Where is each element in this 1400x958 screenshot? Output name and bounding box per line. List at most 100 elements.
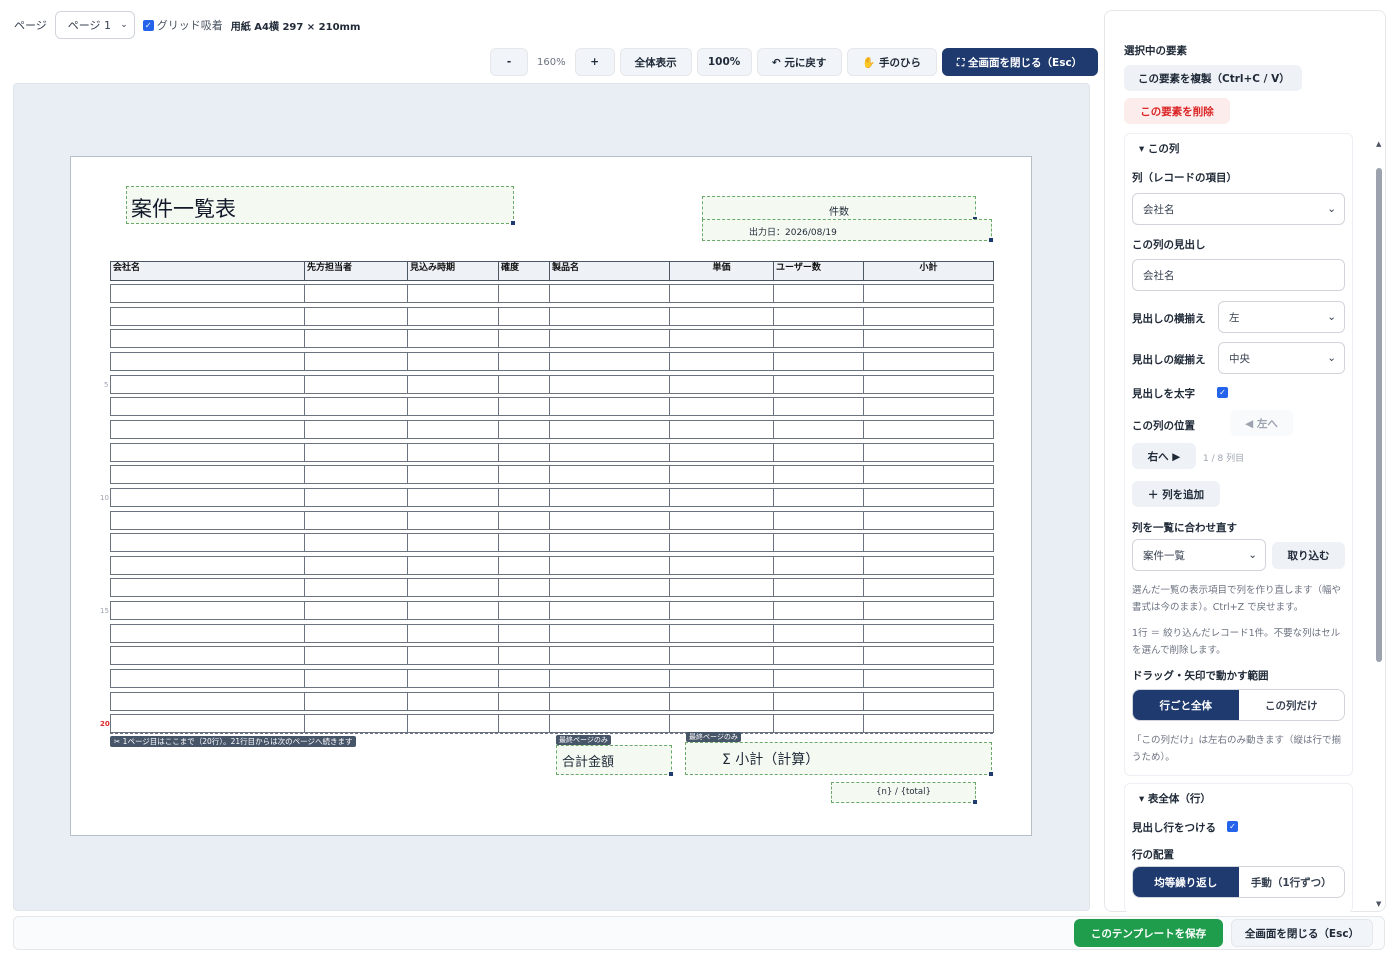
exit-fullscreen-button[interactable]: ⛶ 全画面を閉じる（Esc） [941,48,1098,76]
table-cell[interactable] [110,329,305,349]
duplicate-element-button[interactable]: この要素を複製（Ctrl+C / V） [1124,65,1302,91]
table-cell[interactable] [549,397,670,417]
output-date-field[interactable]: 出力日：2026/08/19 [702,219,993,242]
drag-option-column[interactable]: この列だけ [1239,690,1345,720]
rebuild-select[interactable]: 案件一覧 ⌄ [1132,539,1266,571]
table-cell[interactable] [498,284,550,303]
h-align-select[interactable]: 左 ⌄ [1218,301,1345,333]
add-column-button[interactable]: ＋ 列を追加 [1132,481,1220,507]
move-left-button[interactable]: ◀ 左へ [1230,410,1293,436]
table-cell[interactable] [498,442,550,462]
table-cell[interactable] [549,487,670,507]
table-cell[interactable] [863,669,994,689]
table-cell[interactable] [407,555,499,575]
table-cell[interactable] [669,510,774,530]
table-cell[interactable] [863,397,994,417]
table-cell[interactable] [407,284,499,303]
table-cell[interactable] [669,691,774,711]
table-cell[interactable] [304,669,408,689]
total-value-field[interactable]: Σ 小計（計算） [685,742,993,776]
grid-snap-checkbox[interactable]: ✓ [142,19,154,31]
table-cell[interactable] [863,578,994,598]
table-cell[interactable] [669,442,774,462]
table-cell[interactable] [863,351,994,371]
table-cell[interactable] [773,397,864,417]
hand-tool-button[interactable]: ✋ 手のひら [846,48,937,76]
table-cell[interactable] [549,646,670,666]
table-cell[interactable] [110,555,305,575]
table-cell[interactable] [773,578,864,598]
table-cell[interactable] [549,533,670,553]
table-cell[interactable] [304,691,408,711]
table-cell[interactable] [863,465,994,485]
table-cell[interactable] [407,351,499,371]
column-header[interactable]: 見込み時期 [407,261,499,281]
table-cell[interactable] [498,714,550,734]
table-cell[interactable] [110,533,305,553]
table-cell[interactable] [110,419,305,439]
table-cell[interactable] [669,419,774,439]
drag-option-row[interactable]: 行ごと全体 [1133,690,1239,720]
table-cell[interactable] [773,487,864,507]
table-cell[interactable] [549,374,670,394]
table-cell[interactable] [773,442,864,462]
table-cell[interactable] [110,284,305,303]
table-cell[interactable] [549,623,670,643]
table-cell[interactable] [304,374,408,394]
table-cell[interactable] [407,578,499,598]
actual-size-button[interactable]: 100% [696,48,752,76]
table-cell[interactable] [863,646,994,666]
table-cell[interactable] [304,306,408,326]
table-cell[interactable] [773,465,864,485]
table-cell[interactable] [773,374,864,394]
table-cell[interactable] [407,533,499,553]
table-cell[interactable] [773,284,864,303]
table-cell[interactable] [773,510,864,530]
count-field[interactable]: 件数 [702,196,977,221]
table-cell[interactable] [110,669,305,689]
zoom-in-button[interactable]: + [574,48,615,76]
table-cell[interactable] [304,510,408,530]
column-header[interactable]: 会社名 [110,261,305,281]
v-align-select[interactable]: 中央 ⌄ [1218,342,1345,374]
table-cell[interactable] [498,533,550,553]
table-cell[interactable] [304,442,408,462]
table-cell[interactable] [498,578,550,598]
table-cell[interactable] [407,510,499,530]
page-number-field[interactable]: {n} / {total} [831,782,977,804]
column-header[interactable]: 製品名 [549,261,670,281]
table-cell[interactable] [773,714,864,734]
close-fullscreen-button[interactable]: 全画面を閉じる（Esc） [1231,919,1373,947]
table-cell[interactable] [304,329,408,349]
table-cell[interactable] [773,306,864,326]
column-header[interactable]: 確度 [498,261,550,281]
table-cell[interactable] [549,284,670,303]
table-cell[interactable] [407,306,499,326]
table-cell[interactable] [669,578,774,598]
resize-handle[interactable] [989,238,993,242]
table-cell[interactable] [304,284,408,303]
table-cell[interactable] [498,306,550,326]
table-cell[interactable] [863,623,994,643]
table-cell[interactable] [110,510,305,530]
table-cell[interactable] [407,623,499,643]
table-cell[interactable] [549,442,670,462]
table-cell[interactable] [549,351,670,371]
drag-range-toggle[interactable]: 行ごと全体 この列だけ [1132,689,1345,721]
table-cell[interactable] [669,351,774,371]
table-cell[interactable] [407,646,499,666]
table-cell[interactable] [773,329,864,349]
table-cell[interactable] [110,397,305,417]
panel-scrollbar[interactable] [1376,168,1382,662]
table-cell[interactable] [110,578,305,598]
table-cell[interactable] [549,465,670,485]
table-cell[interactable] [863,601,994,621]
table-cell[interactable] [549,601,670,621]
table-cell[interactable] [863,487,994,507]
resize-handle[interactable] [989,772,993,776]
table-cell[interactable] [669,669,774,689]
table-cell[interactable] [407,442,499,462]
column-header[interactable]: 先方担当者 [304,261,408,281]
column-header[interactable]: 単価 [669,261,774,281]
table-cell[interactable] [407,419,499,439]
